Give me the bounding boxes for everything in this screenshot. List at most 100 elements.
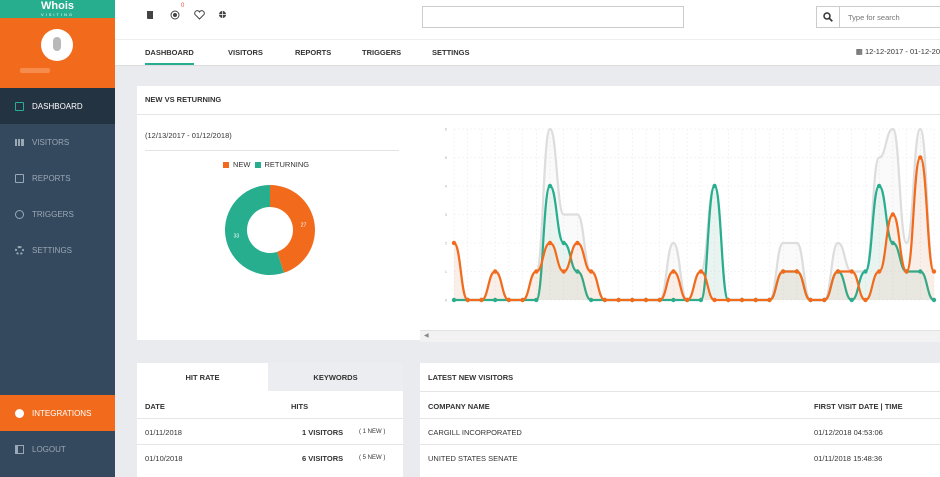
bar-chart-icon xyxy=(15,138,24,146)
hit-rate-panel: HIT RATE KEYWORDS DATE HITS 01/11/2018 1… xyxy=(137,363,403,477)
search-button[interactable] xyxy=(817,7,840,27)
y-tick-label: 5 xyxy=(445,155,448,160)
column-header-hits: HITS xyxy=(291,402,309,411)
target-icon[interactable] xyxy=(170,10,180,20)
panel-title: LATEST NEW VISITORS xyxy=(428,373,514,382)
table-divider xyxy=(137,444,403,445)
tab-hit-rate[interactable]: HIT RATE xyxy=(137,363,268,391)
data-point-new[interactable] xyxy=(616,297,621,303)
data-point-new[interactable] xyxy=(588,269,594,274)
top-bar: 0 xyxy=(115,0,940,40)
tab-reports[interactable]: REPORTS xyxy=(295,48,331,57)
sidebar: Whois VISITING DASHBOARD VISITORS REPORT… xyxy=(0,0,115,477)
chart-scrollbar[interactable]: ◀ xyxy=(420,330,940,342)
line-chart: 0 1 2 3 4 5 6 xyxy=(445,127,937,303)
crosshair-icon xyxy=(15,209,24,219)
data-point-new[interactable] xyxy=(808,297,813,303)
table-divider xyxy=(137,418,403,419)
date-range-picker[interactable]: ▦ 12-12-2017 - 01-12-20 xyxy=(856,47,940,56)
data-point-new[interactable] xyxy=(712,297,717,303)
data-point-new[interactable] xyxy=(739,297,745,303)
data-point-new[interactable] xyxy=(780,269,786,274)
data-point-returning[interactable] xyxy=(547,183,553,189)
data-point-new[interactable] xyxy=(492,269,498,274)
data-point-new[interactable] xyxy=(849,269,854,274)
data-point-new[interactable] xyxy=(575,240,580,246)
data-point-new[interactable] xyxy=(451,240,457,246)
search-input[interactable] xyxy=(840,12,940,22)
notification-badge: 0 xyxy=(181,3,185,9)
data-point-new[interactable] xyxy=(506,297,512,303)
tab-triggers[interactable]: TRIGGERS xyxy=(362,48,401,57)
donut-value-label: 27 xyxy=(301,223,307,229)
main-tabs: DASHBOARD VISITORS REPORTS TRIGGERS SETT… xyxy=(115,40,940,66)
panel-divider xyxy=(420,391,940,392)
top-text-input[interactable] xyxy=(422,6,684,28)
calendar-icon: ▦ xyxy=(855,47,863,56)
book-icon[interactable] xyxy=(145,10,155,20)
profile-header: Whois VISITING xyxy=(0,0,115,88)
tab-settings[interactable]: SETTINGS xyxy=(432,48,470,57)
heart-icon[interactable] xyxy=(194,10,205,20)
data-point-new[interactable] xyxy=(534,269,539,274)
sidebar-item-triggers[interactable]: TRIGGERS xyxy=(0,196,115,232)
sidebar-item-label: DASHBOARD xyxy=(32,101,83,111)
data-point-new[interactable] xyxy=(822,297,827,303)
globe-icon[interactable] xyxy=(218,10,227,19)
legend-returning: RETURNING xyxy=(264,160,310,169)
sidebar-item-label: VISITORS xyxy=(32,137,70,147)
microphone-icon xyxy=(53,37,61,51)
upload-circle-icon xyxy=(15,408,24,418)
sidebar-item-label: REPORTS xyxy=(32,173,71,183)
data-point-new[interactable] xyxy=(726,297,731,303)
data-point-new[interactable] xyxy=(643,297,649,303)
logo[interactable]: Whois VISITING xyxy=(0,0,115,18)
data-point-new[interactable] xyxy=(767,297,772,303)
sidebar-item-logout[interactable]: LOGOUT xyxy=(0,431,115,467)
legend-swatch-new xyxy=(223,161,229,168)
sidebar-item-reports[interactable]: REPORTS xyxy=(0,160,115,196)
data-point-new[interactable] xyxy=(630,297,635,303)
sidebar-item-label: TRIGGERS xyxy=(32,209,74,219)
date-range-label: 12-12-2017 - 01-12-20 xyxy=(864,47,940,56)
tab-dashboard[interactable]: DASHBOARD xyxy=(145,48,194,65)
data-point-new[interactable] xyxy=(753,297,758,303)
data-point-new[interactable] xyxy=(479,297,484,303)
data-point-new[interactable] xyxy=(890,212,896,217)
data-point-returning[interactable] xyxy=(863,269,868,274)
row-hits: 6 VISITORS xyxy=(302,454,344,463)
data-point-new[interactable] xyxy=(698,269,704,274)
search-icon xyxy=(823,12,833,22)
donut-chart: 27 33 xyxy=(225,185,315,275)
data-point-new[interactable] xyxy=(918,155,923,160)
data-point-new[interactable] xyxy=(835,269,841,274)
row-first-visit: 01/12/2018 04:53:06 xyxy=(814,428,883,437)
sidebar-item-label: INTEGRATIONS xyxy=(32,408,92,418)
sidebar-item-integrations[interactable]: INTEGRATIONS xyxy=(0,395,115,431)
data-point-new[interactable] xyxy=(876,269,882,274)
data-point-new[interactable] xyxy=(465,297,470,303)
data-point-returning[interactable] xyxy=(561,240,566,246)
logo-subtext: VISITING xyxy=(40,12,75,17)
sidebar-item-visitors[interactable]: VISITORS xyxy=(0,124,115,160)
tab-keywords[interactable]: KEYWORDS xyxy=(268,363,403,391)
data-point-new[interactable] xyxy=(547,240,553,246)
tab-visitors[interactable]: VISITORS xyxy=(228,48,263,57)
data-point-new[interactable] xyxy=(657,297,662,303)
column-header-date: DATE xyxy=(145,402,165,411)
data-point-new[interactable] xyxy=(931,269,937,274)
data-point-new[interactable] xyxy=(520,297,525,303)
data-point-new[interactable] xyxy=(684,297,690,303)
sidebar-item-dashboard[interactable]: DASHBOARD xyxy=(0,88,115,124)
data-point-new[interactable] xyxy=(561,269,566,274)
sidebar-item-settings[interactable]: SETTINGS xyxy=(0,232,115,268)
data-point-new[interactable] xyxy=(904,269,909,274)
data-point-new[interactable] xyxy=(671,269,676,274)
data-point-new[interactable] xyxy=(602,297,608,303)
data-point-returning[interactable] xyxy=(876,183,882,189)
data-point-new[interactable] xyxy=(794,269,800,274)
data-point-returning[interactable] xyxy=(712,183,717,189)
data-point-new[interactable] xyxy=(863,297,868,303)
new-vs-returning-panel: NEW VS RETURNING (12/13/2017 - 01/12/201… xyxy=(137,86,940,342)
avatar[interactable] xyxy=(41,29,73,61)
